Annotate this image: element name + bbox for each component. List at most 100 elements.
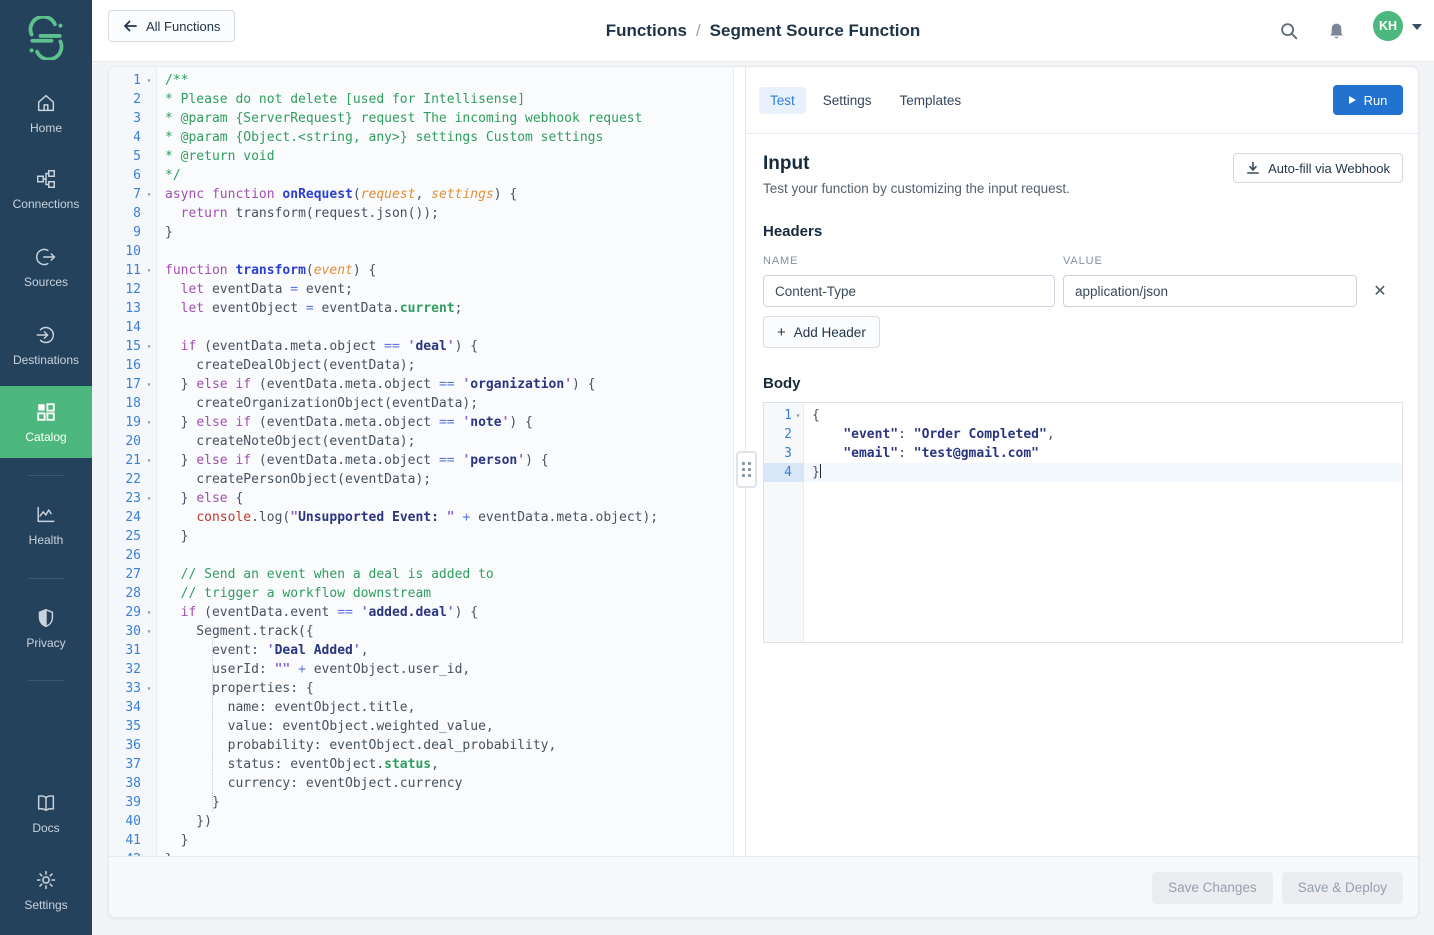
sidebar-divider: [28, 578, 64, 579]
breadcrumb-functions[interactable]: Functions: [606, 21, 687, 41]
save-changes-button[interactable]: Save Changes: [1152, 872, 1273, 904]
sidebar-item-sources[interactable]: Sources: [0, 246, 92, 289]
fold-spacer: [792, 425, 804, 444]
fold-arrow-icon[interactable]: ▾: [141, 71, 157, 90]
code-line: 8 return transform(request.json());: [109, 204, 733, 223]
line-number: 38: [109, 774, 141, 793]
line-number: 28: [109, 584, 141, 603]
fold-arrow-icon[interactable]: ▾: [141, 261, 157, 280]
fold-spacer: [141, 755, 157, 774]
fold-arrow-icon[interactable]: ▾: [141, 489, 157, 508]
code-line: 23▾ } else {: [109, 489, 733, 508]
fold-spacer: [141, 717, 157, 736]
line-number: 16: [109, 356, 141, 375]
fold-spacer: [141, 508, 157, 527]
gear-icon: [35, 869, 57, 891]
user-avatar[interactable]: KH: [1373, 11, 1403, 41]
code-line: 15▾ if (eventData.meta.object == 'deal')…: [109, 337, 733, 356]
back-arrow-icon: [123, 19, 137, 33]
function-editor-card: 1▾/**2* Please do not delete [used for I…: [108, 66, 1419, 918]
catalog-icon: [35, 401, 57, 423]
remove-header-button[interactable]: ✕: [1366, 277, 1394, 305]
line-number: 39: [109, 793, 141, 812]
run-button[interactable]: Run: [1333, 85, 1403, 115]
code-line: 35 value: eventObject.weighted_value,: [109, 717, 733, 736]
line-number: 32: [109, 660, 141, 679]
code-line: 19▾ } else if (eventData.meta.object == …: [109, 413, 733, 432]
autofill-button-label: Auto-fill via Webhook: [1268, 161, 1390, 176]
fold-spacer: [141, 812, 157, 831]
body-code-lines: 1▾{2 "event": "Order Completed",3 "email…: [764, 403, 1402, 482]
chevron-down-icon[interactable]: [1412, 24, 1422, 30]
line-number: 22: [109, 470, 141, 489]
segment-logo-icon[interactable]: [24, 16, 68, 60]
fold-arrow-icon[interactable]: ▾: [141, 413, 157, 432]
add-header-button[interactable]: + Add Header: [763, 316, 880, 348]
tab-test[interactable]: Test: [759, 87, 806, 114]
fold-arrow-icon[interactable]: ▾: [141, 185, 157, 204]
fold-spacer: [141, 850, 157, 856]
fold-spacer: [141, 280, 157, 299]
save-deploy-button[interactable]: Save & Deploy: [1282, 872, 1403, 904]
code-line: 41 }: [109, 831, 733, 850]
line-number: 24: [109, 508, 141, 527]
top-header: All Functions Functions / Segment Source…: [92, 0, 1434, 62]
header-value-label: VALUE: [1063, 255, 1103, 267]
grip-dots-icon: [742, 462, 751, 477]
sidebar-item-connections[interactable]: Connections: [0, 168, 92, 211]
code-line: 22 createPersonObject(eventData);: [109, 470, 733, 489]
fold-arrow-icon[interactable]: ▾: [141, 679, 157, 698]
sidebar-item-docs[interactable]: Docs: [0, 792, 92, 835]
line-number: 9: [109, 223, 141, 242]
code-line: 4}: [764, 463, 1402, 482]
breadcrumb: Functions / Segment Source Function: [606, 0, 921, 62]
line-number: 33: [109, 679, 141, 698]
body-json-editor[interactable]: 1▾{2 "event": "Order Completed",3 "email…: [763, 402, 1403, 643]
code-line: 36 probability: eventObject.deal_probabi…: [109, 736, 733, 755]
header-value-input[interactable]: [1063, 275, 1357, 307]
fold-arrow-icon[interactable]: ▾: [141, 337, 157, 356]
fold-arrow-icon[interactable]: ▾: [141, 375, 157, 394]
sidebar-item-health[interactable]: Health: [0, 504, 92, 547]
download-icon: [1246, 161, 1260, 175]
tab-settings[interactable]: Settings: [812, 87, 883, 114]
header-name-input[interactable]: [763, 275, 1055, 307]
sidebar-item-label: Sources: [24, 275, 68, 289]
sidebar-item-label: Privacy: [26, 636, 65, 650]
line-number: 35: [109, 717, 141, 736]
tab-templates[interactable]: Templates: [889, 87, 973, 114]
fold-spacer: [141, 90, 157, 109]
fold-spacer: [141, 660, 157, 679]
fold-spacer: [141, 698, 157, 717]
destinations-icon: [35, 324, 57, 346]
sidebar: Home Connections Sources Destinations: [0, 0, 92, 935]
code-line: 6*/: [109, 166, 733, 185]
fold-spacer: [141, 223, 157, 242]
sidebar-item-catalog[interactable]: Catalog: [0, 386, 92, 458]
splitter-drag-handle[interactable]: [736, 451, 757, 488]
fold-arrow-icon[interactable]: ▾: [141, 603, 157, 622]
sidebar-item-destinations[interactable]: Destinations: [0, 324, 92, 367]
code-line: 31 event: 'Deal Added',: [109, 641, 733, 660]
health-icon: [35, 504, 57, 526]
input-section-title: Input: [763, 153, 1070, 175]
code-line: 39 }: [109, 793, 733, 812]
bell-icon[interactable]: [1323, 18, 1349, 44]
line-number: 42: [109, 850, 141, 856]
line-number: 23: [109, 489, 141, 508]
line-number: 11: [109, 261, 141, 280]
code-editor[interactable]: 1▾/**2* Please do not delete [used for I…: [109, 67, 734, 856]
sidebar-item-privacy[interactable]: Privacy: [0, 607, 92, 650]
fold-arrow-icon[interactable]: ▾: [141, 622, 157, 641]
fold-arrow-icon[interactable]: ▾: [792, 406, 804, 425]
sidebar-item-settings[interactable]: Settings: [0, 869, 92, 912]
code-line: 40 }): [109, 812, 733, 831]
search-icon[interactable]: [1276, 18, 1302, 44]
code-line: 5* @return void: [109, 147, 733, 166]
fold-arrow-icon[interactable]: ▾: [141, 451, 157, 470]
autofill-webhook-button[interactable]: Auto-fill via Webhook: [1233, 153, 1403, 183]
sources-icon: [35, 246, 57, 268]
sidebar-item-home[interactable]: Home: [0, 92, 92, 135]
code-line: 10: [109, 242, 733, 261]
all-functions-back-button[interactable]: All Functions: [108, 10, 235, 42]
